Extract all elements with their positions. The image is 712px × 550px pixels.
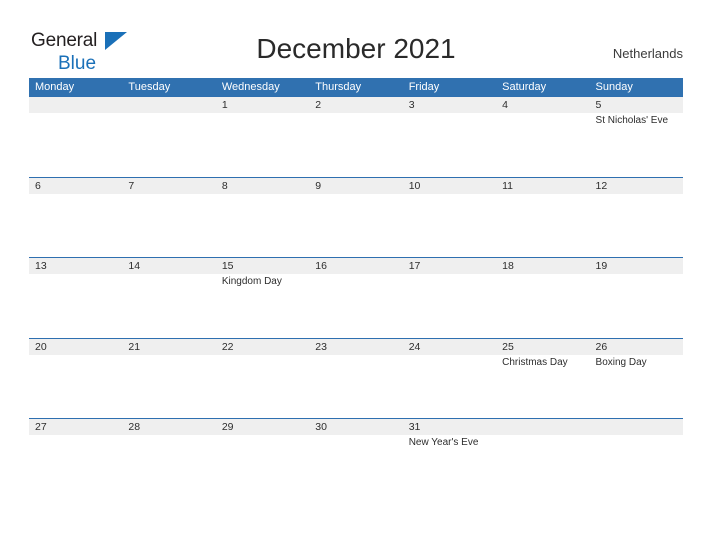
calendar-day-cell[interactable]: 7 bbox=[122, 178, 215, 258]
calendar-day-cell[interactable] bbox=[29, 97, 122, 177]
day-number: 20 bbox=[35, 340, 47, 353]
day-number: 25 bbox=[502, 340, 514, 353]
day-number: 9 bbox=[315, 179, 322, 192]
calendar-day-cell[interactable]: 30 bbox=[309, 419, 402, 499]
calendar-day-cell[interactable]: 2 bbox=[309, 97, 402, 177]
day-number: 24 bbox=[408, 340, 421, 353]
calendar-day-cell[interactable]: 31 New Year's Eve bbox=[403, 419, 496, 499]
calendar-day-cell[interactable]: 11 bbox=[496, 178, 589, 258]
weekday-header-thursday: Thursday bbox=[315, 81, 362, 93]
calendar-day-cell[interactable]: 27 bbox=[29, 419, 122, 499]
day-number: 6 bbox=[35, 179, 41, 192]
calendar-day-cell[interactable]: 15 Kingdom Day bbox=[216, 258, 309, 338]
calendar-week-row: 20 21 22 23 24 25 Christmas Day 26 Boxing … bbox=[29, 337, 683, 419]
calendar-week-row: 27 28 29 30 31 New Year's Eve bbox=[29, 418, 683, 499]
weekday-header-monday: Monday bbox=[35, 81, 75, 93]
day-number: 8 bbox=[221, 179, 228, 192]
calendar-day-cell[interactable]: 28 bbox=[122, 419, 215, 499]
day-number: 27 bbox=[35, 421, 47, 433]
country-label: Netherlands bbox=[612, 46, 683, 61]
page-title: December 2021 bbox=[256, 33, 456, 64]
calendar-day-cell[interactable]: 24 bbox=[403, 339, 496, 419]
day-number: 23 bbox=[315, 340, 327, 353]
day-number: 13 bbox=[35, 260, 47, 272]
day-number: 16 bbox=[315, 260, 327, 272]
calendar-day-cell[interactable]: 26 Boxing Day bbox=[590, 339, 683, 419]
calendar-week-row: 13 14 15 Kingdom Day 16 17 18 19 bbox=[29, 257, 683, 338]
calendar-day-cell[interactable]: 22 bbox=[216, 339, 309, 419]
day-number: 4 bbox=[502, 99, 508, 111]
day-number: 12 bbox=[595, 179, 608, 192]
calendar-day-cell[interactable]: 3 bbox=[403, 97, 496, 177]
weekday-header-friday: Friday bbox=[408, 81, 440, 93]
calendar-day-cell[interactable]: 21 bbox=[122, 339, 215, 419]
day-number: 19 bbox=[595, 260, 608, 272]
weekday-header-sunday: Sunday bbox=[595, 81, 633, 93]
day-event: St Nicholas' Eve bbox=[595, 115, 669, 126]
calendar-day-cell[interactable]: 1 bbox=[216, 97, 309, 177]
calendar-day-cell[interactable]: 5 St Nicholas' Eve bbox=[590, 97, 683, 177]
day-number: 11 bbox=[502, 179, 514, 192]
calendar-day-cell[interactable]: 16 bbox=[309, 258, 402, 338]
day-number: 14 bbox=[128, 260, 141, 272]
weekday-header-row: Monday Tuesday Wednesday Thursday Friday… bbox=[29, 78, 683, 96]
calendar-day-cell[interactable] bbox=[496, 419, 589, 499]
weekday-header-saturday: Saturday bbox=[502, 81, 547, 93]
calendar-day-cell[interactable]: 13 bbox=[29, 258, 122, 338]
calendar-page: General Blue December 2021 Netherlands M… bbox=[0, 0, 712, 550]
calendar-day-cell[interactable] bbox=[590, 419, 683, 499]
page-header: General Blue December 2021 Netherlands bbox=[0, 0, 712, 78]
weekday-header-tuesday: Tuesday bbox=[128, 81, 171, 93]
calendar-day-cell[interactable]: 18 bbox=[496, 258, 589, 338]
calendar-week-row: 1 2 3 4 5 St Nicholas' Eve bbox=[29, 96, 683, 177]
day-number: 21 bbox=[128, 340, 141, 353]
day-number: 7 bbox=[128, 179, 135, 192]
calendar-day-cell[interactable]: 23 bbox=[309, 339, 402, 419]
day-number: 17 bbox=[408, 260, 421, 272]
calendar-grid: Monday Tuesday Wednesday Thursday Friday… bbox=[29, 78, 683, 499]
calendar-day-cell[interactable]: 10 bbox=[403, 178, 496, 258]
day-event: Boxing Day bbox=[595, 356, 647, 368]
calendar-day-cell[interactable]: 14 bbox=[122, 258, 215, 338]
day-number: 2 bbox=[315, 99, 322, 111]
day-number: 10 bbox=[408, 179, 421, 192]
day-number: 5 bbox=[595, 99, 602, 111]
calendar-day-cell[interactable]: 25 Christmas Day bbox=[496, 339, 589, 419]
day-number: 3 bbox=[408, 99, 415, 111]
day-number: 30 bbox=[315, 421, 327, 433]
weekday-header-wednesday: Wednesday bbox=[221, 81, 280, 93]
calendar-day-cell[interactable]: 19 bbox=[590, 258, 683, 338]
calendar-day-cell[interactable]: 12 bbox=[590, 178, 683, 258]
calendar-day-cell[interactable]: 4 bbox=[496, 97, 589, 177]
day-number: 1 bbox=[221, 99, 228, 111]
calendar-day-cell[interactable]: 9 bbox=[309, 178, 402, 258]
day-event: Christmas Day bbox=[502, 356, 568, 368]
day-number: 29 bbox=[221, 421, 234, 433]
day-event: Kingdom Day bbox=[221, 276, 282, 287]
calendar-day-cell[interactable] bbox=[122, 97, 215, 177]
calendar-day-cell[interactable]: 20 bbox=[29, 339, 122, 419]
day-number: 31 bbox=[408, 421, 421, 433]
day-number: 22 bbox=[221, 340, 234, 353]
day-event: New Year's Eve bbox=[408, 437, 479, 448]
calendar-day-cell[interactable]: 8 bbox=[216, 178, 309, 258]
day-number: 28 bbox=[128, 421, 141, 433]
calendar-day-cell[interactable]: 17 bbox=[403, 258, 496, 338]
calendar-week-row: 6 7 8 9 10 11 12 bbox=[29, 176, 683, 258]
day-number: 15 bbox=[221, 260, 234, 272]
calendar-day-cell[interactable]: 29 bbox=[216, 419, 309, 499]
day-number: 26 bbox=[595, 340, 608, 353]
day-number: 18 bbox=[502, 260, 514, 272]
calendar-day-cell[interactable]: 6 bbox=[29, 178, 122, 258]
